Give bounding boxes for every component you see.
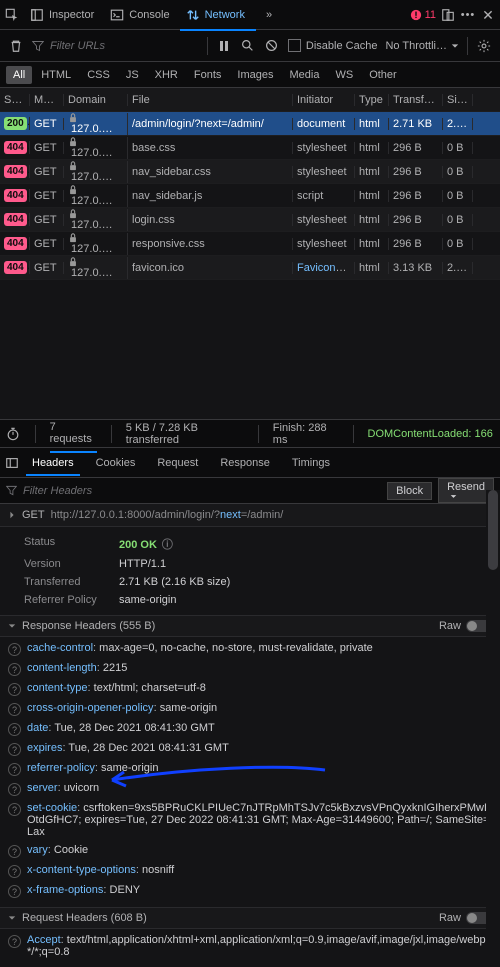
filter-fonts[interactable]: Fonts	[187, 66, 229, 84]
close-icon[interactable]: ✕	[480, 7, 496, 23]
table-row[interactable]: 404GET 127.0.…nav_sidebar.jsscripthtml29…	[0, 184, 500, 208]
detail-tab-headers[interactable]: Headers	[22, 451, 84, 475]
header-row: ?date: Tue, 28 Dec 2021 08:41:30 GMT	[0, 719, 500, 739]
header-row: ?expires: Tue, 28 Dec 2021 08:41:31 GMT	[0, 739, 500, 759]
tab-console[interactable]: Console	[104, 4, 175, 26]
trash-icon[interactable]	[8, 38, 24, 54]
general-row: Status200 OKⓘ	[0, 533, 500, 555]
gear-icon[interactable]	[476, 38, 492, 54]
general-row: VersionHTTP/1.1	[0, 555, 500, 573]
tab-network[interactable]: Network	[180, 4, 256, 26]
disable-cache-checkbox[interactable]: Disable Cache	[288, 39, 378, 52]
block-icon[interactable]	[264, 38, 280, 54]
tab-label: Console	[129, 9, 169, 21]
scrollbar[interactable]	[486, 490, 500, 957]
filter-css[interactable]: CSS	[80, 66, 117, 84]
filter-js[interactable]: JS	[119, 66, 146, 84]
filter-urls-input[interactable]: Filter URLs	[32, 40, 199, 52]
stopwatch-icon[interactable]	[6, 426, 21, 442]
responsive-mode-icon[interactable]	[440, 7, 456, 23]
filter-media[interactable]: Media	[282, 66, 326, 84]
header-row: ?x-content-type-options: nosniff	[0, 861, 500, 881]
summary-requests: 7 requests	[50, 415, 97, 453]
table-row[interactable]: 404GET 127.0.…responsive.cssstylesheetht…	[0, 232, 500, 256]
response-headers-section[interactable]: Response Headers (555 B) Raw	[0, 615, 500, 637]
column-header[interactable]: Initiator	[293, 94, 355, 106]
column-header[interactable]: M…	[30, 94, 64, 106]
detail-tab-response[interactable]: Response	[210, 451, 280, 475]
column-header[interactable]: Type	[355, 94, 389, 106]
table-row[interactable]: 404GET 127.0.…login.cssstylesheethtml296…	[0, 208, 500, 232]
table-row[interactable]: 200GET 127.0.…/admin/login/?next=/admin/…	[0, 112, 500, 136]
element-picker-icon[interactable]	[4, 7, 20, 23]
details-back-icon[interactable]	[4, 455, 20, 471]
pause-icon[interactable]	[216, 38, 232, 54]
header-row: ?set-cookie: csrftoken=9xs5BPRuCKLPIUeC7…	[0, 799, 500, 841]
header-row: ?referrer-policy: same-origin	[0, 759, 500, 779]
filter-all[interactable]: All	[6, 66, 32, 84]
detail-tab-timings[interactable]: Timings	[282, 451, 340, 475]
request-headers-section[interactable]: Request Headers (608 B) Raw	[0, 907, 500, 929]
column-header[interactable]: Domain	[64, 94, 128, 106]
header-row: ?content-type: text/html; charset=utf-8	[0, 679, 500, 699]
header-row: ?vary: Cookie	[0, 841, 500, 861]
search-icon[interactable]	[240, 38, 256, 54]
filter-images[interactable]: Images	[230, 66, 280, 84]
table-row[interactable]: 404GET 127.0.…base.cssstylesheethtml296 …	[0, 136, 500, 160]
summary-finish: Finish: 288 ms	[273, 422, 339, 446]
error-count-badge[interactable]: 11	[410, 9, 436, 21]
block-button[interactable]: Block	[387, 482, 432, 500]
general-row: Transferred2.71 KB (2.16 KB size)	[0, 573, 500, 591]
throttle-select[interactable]: No Throttli…	[385, 40, 459, 52]
tab-inspector[interactable]: Inspector	[24, 4, 100, 26]
summary-dcl: DOMContentLoaded: 166 m	[368, 428, 495, 440]
request-url-summary[interactable]: GET http://127.0.0.1:8000/admin/login/?n…	[0, 504, 500, 527]
header-row: ?cross-origin-opener-policy: same-origin	[0, 699, 500, 719]
table-row[interactable]: 404GET 127.0.…favicon.icoFaviconL…html3.…	[0, 256, 500, 280]
filter-headers-input[interactable]: Filter Headers	[23, 485, 92, 497]
table-row[interactable]: 404GET 127.0.…nav_sidebar.cssstylesheeth…	[0, 160, 500, 184]
header-row: ?server: uvicorn	[0, 779, 500, 799]
meatballs-icon[interactable]: •••	[460, 7, 476, 23]
filter-ws[interactable]: WS	[328, 66, 360, 84]
column-header[interactable]: Transferr…	[389, 94, 443, 106]
header-row: ?cache-control: max-age=0, no-cache, no-…	[0, 639, 500, 659]
header-row: ?x-frame-options: DENY	[0, 881, 500, 901]
summary-transferred: 5 KB / 7.28 KB transferred	[126, 422, 244, 446]
raw-toggle[interactable]: Raw	[439, 620, 492, 632]
filter-html[interactable]: HTML	[34, 66, 78, 84]
tab-label: Inspector	[49, 9, 94, 21]
tabs-overflow[interactable]: »	[260, 5, 278, 25]
column-header[interactable]: File	[128, 94, 293, 106]
filter-xhr[interactable]: XHR	[148, 66, 185, 84]
tab-label: Network	[205, 9, 245, 21]
raw-toggle[interactable]: Raw	[439, 912, 492, 924]
header-row: ?content-length: 2215	[0, 659, 500, 679]
general-row: Referrer Policysame-origin	[0, 591, 500, 609]
column-header[interactable]: St…	[0, 94, 30, 106]
detail-tab-request[interactable]: Request	[147, 451, 208, 475]
detail-tab-cookies[interactable]: Cookies	[86, 451, 146, 475]
column-header[interactable]: Size	[443, 94, 473, 106]
filter-other[interactable]: Other	[362, 66, 404, 84]
